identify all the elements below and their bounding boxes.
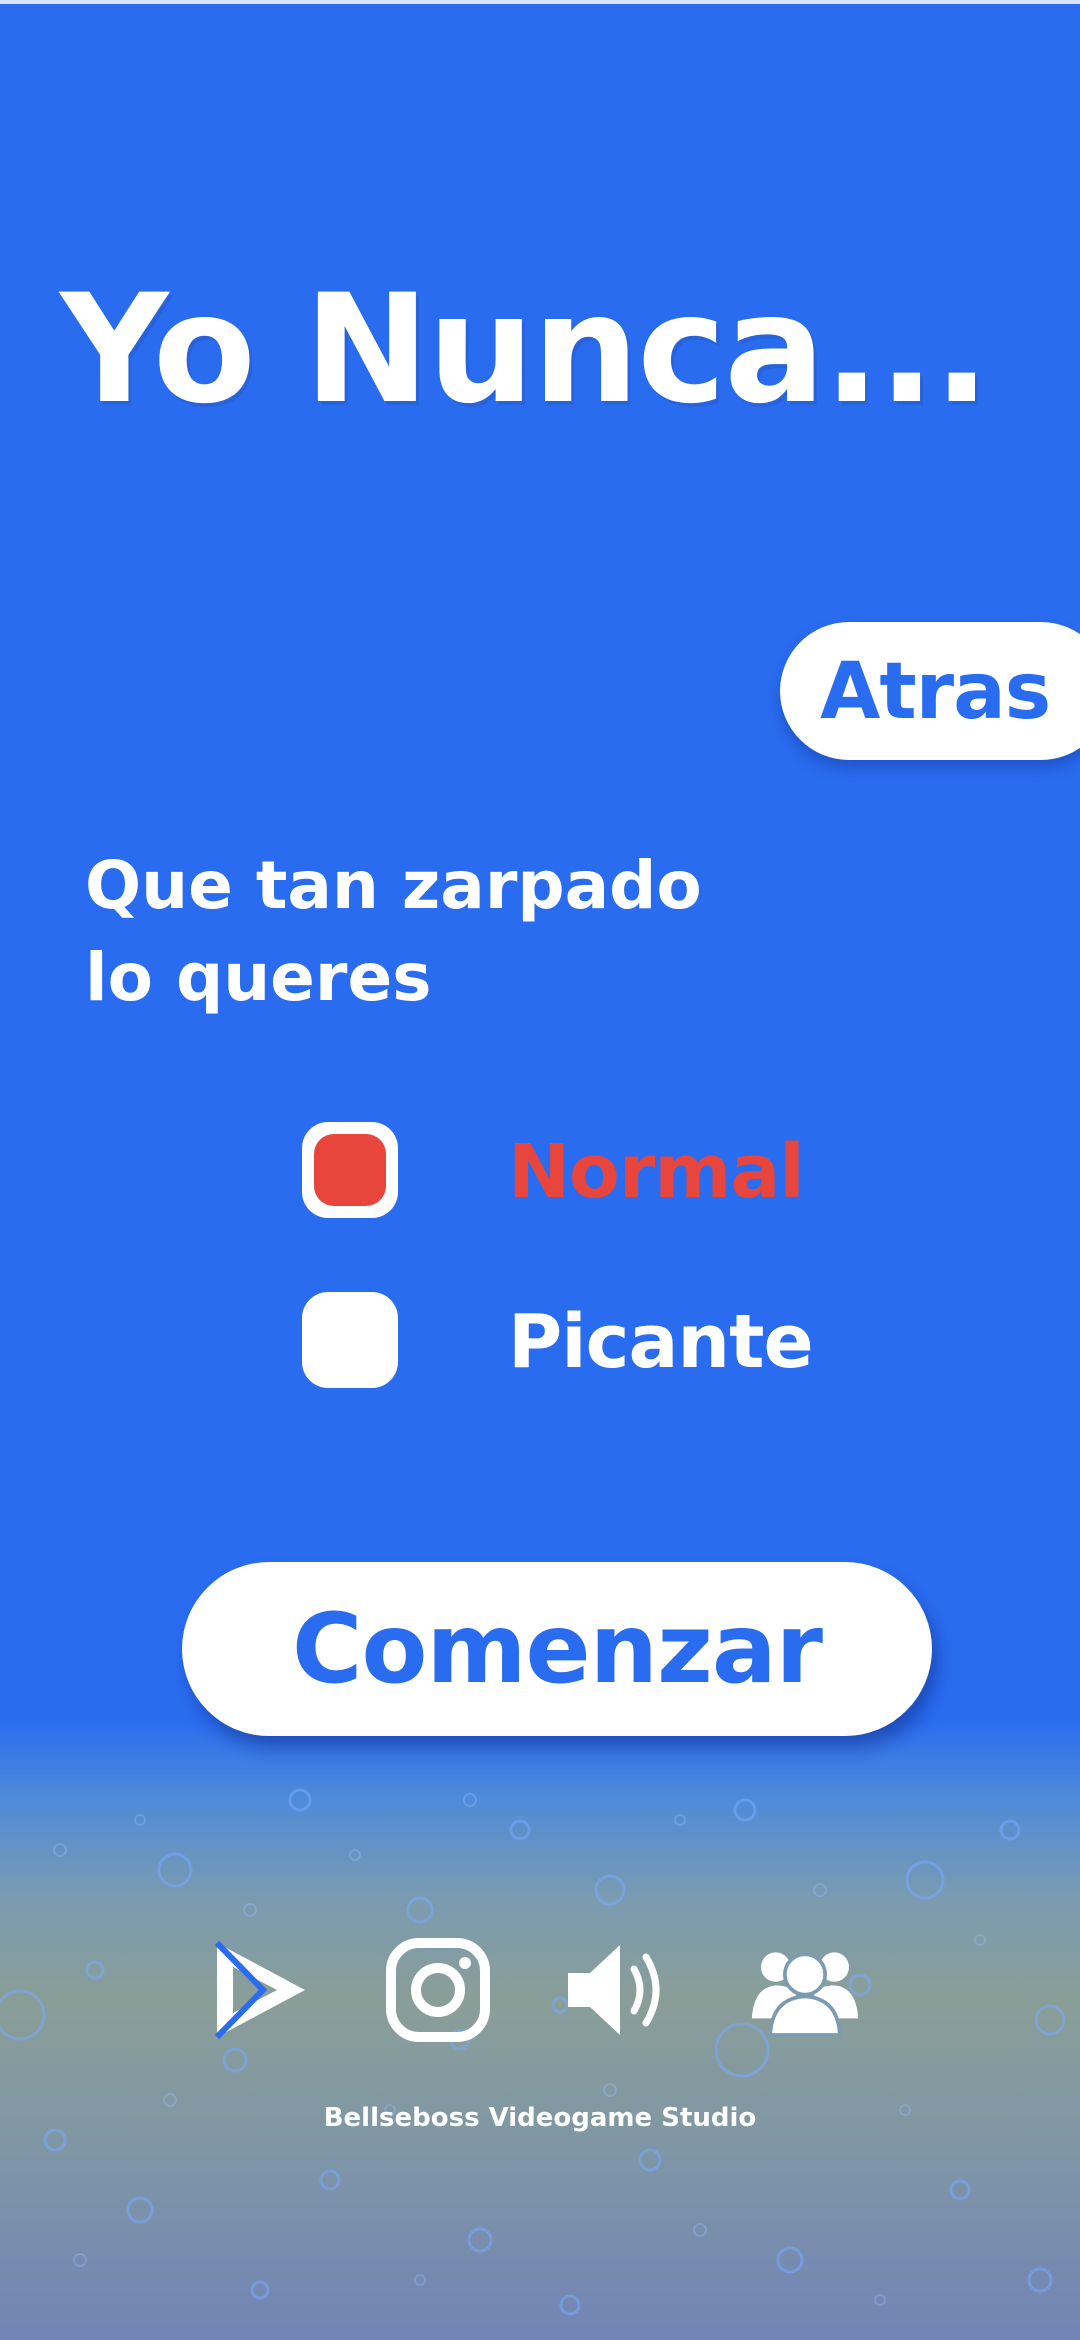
option-picante[interactable]: Picante xyxy=(300,1288,860,1388)
checkbox-selected-fill xyxy=(314,1134,386,1206)
status-strip xyxy=(0,0,1080,4)
start-button-label: Comenzar xyxy=(292,1593,823,1705)
start-button[interactable]: Comenzar xyxy=(182,1562,932,1736)
option-normal-label: Normal xyxy=(508,1129,805,1215)
game-screen: Yo Nunca... Atras Que tan zarpado lo que… xyxy=(0,0,1080,2340)
sound-icon[interactable] xyxy=(560,1935,670,2045)
back-button[interactable]: Atras xyxy=(780,622,1080,760)
option-picante-label: Picante xyxy=(508,1299,814,1385)
community-icon[interactable] xyxy=(750,1935,860,2045)
game-title: Yo Nunca... xyxy=(60,263,990,437)
difficulty-question: Que tan zarpado lo queres xyxy=(85,847,702,1016)
studio-credit: Bellseboss Videogame Studio xyxy=(323,2103,757,2133)
picante-checkbox[interactable] xyxy=(302,1292,398,1388)
option-normal[interactable]: Normal xyxy=(300,1118,860,1218)
back-button-label: Atras xyxy=(820,647,1051,737)
footer-icons xyxy=(0,1935,1080,2055)
play-store-icon[interactable] xyxy=(205,1935,315,2045)
instagram-icon[interactable] xyxy=(383,1935,493,2045)
normal-checkbox[interactable] xyxy=(302,1122,398,1218)
